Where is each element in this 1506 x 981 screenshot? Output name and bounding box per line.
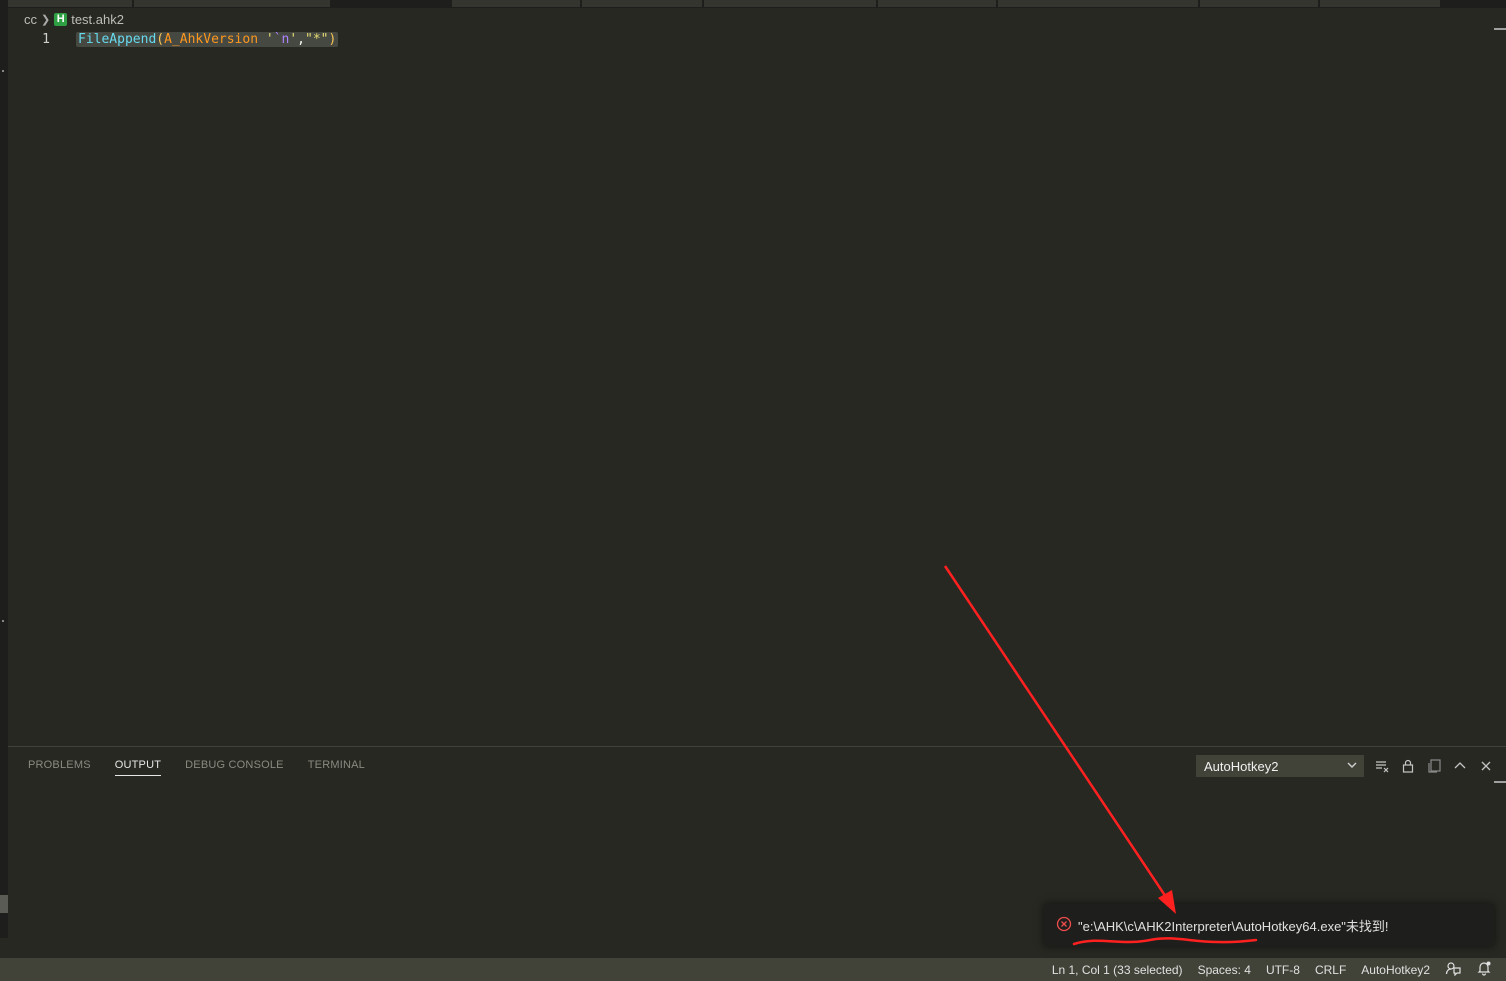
error-icon [1056,916,1072,935]
editor-tab[interactable] [582,0,703,7]
editor-tab[interactable] [134,0,331,7]
breadcrumb-folder[interactable]: cc [24,12,37,27]
selected-code[interactable]: FileAppend(A_AhkVersion '`n',"*") [76,31,339,47]
token-string: ' [289,31,298,47]
tab-terminal[interactable]: TERMINAL [308,759,365,776]
editor-tab[interactable] [998,0,1199,7]
token-paren: ( [156,31,165,47]
tab-output[interactable]: OUTPUT [114,759,162,776]
feedback-icon[interactable] [1445,960,1461,979]
token-function: FileAppend [78,31,157,47]
breadcrumb-file[interactable]: test.ahk2 [71,12,124,27]
editor-tab[interactable] [1200,0,1319,7]
notification-message: "e:\AHK\c\AHK2Interpreter\AutoHotkey64.e… [1078,918,1389,934]
status-indentation[interactable]: Spaces: 4 [1198,963,1251,977]
code-editor[interactable]: 1 FileAppend(A_AhkVersion '`n',"*") [8,28,1492,746]
gutter-mark [2,70,4,72]
clear-output-icon[interactable] [1374,758,1390,774]
token-string: "*" [305,31,329,47]
token-comma: , [297,31,305,47]
ahk-file-icon: H [54,12,68,26]
breadcrumb: cc ❯ H test.ahk2 [24,10,124,28]
editor-tab[interactable] [704,0,877,7]
editor-scrollbar[interactable] [1492,28,1506,746]
output-channel-select[interactable]: AutoHotkey2 [1196,755,1364,777]
tab-problems[interactable]: PROBLEMS [28,759,91,776]
editor-tab-strip [8,0,1506,8]
output-channel-label: AutoHotkey2 [1204,758,1279,774]
editor-tab[interactable] [452,0,581,7]
chevron-down-icon [1346,759,1358,774]
panel-sash[interactable] [0,895,8,913]
panel-tabs: PROBLEMS OUTPUT DEBUG CONSOLE TERMINAL [28,759,365,776]
chevron-right-icon: ❯ [41,13,51,26]
token-paren: ) [328,31,337,47]
editor-tab[interactable] [1320,0,1441,7]
error-notification[interactable]: "e:\AHK\c\AHK2Interpreter\AutoHotkey64.e… [1044,904,1494,946]
lock-icon[interactable] [1400,758,1416,774]
token-variable: A_AhkVersion [164,31,259,47]
notifications-icon[interactable] [1476,960,1492,979]
maximize-panel-icon[interactable] [1452,758,1468,774]
code-line[interactable]: 1 FileAppend(A_AhkVersion '`n',"*") [8,30,339,48]
copy-icon[interactable] [1426,758,1442,774]
line-number: 1 [42,31,50,47]
activity-bar-edge [0,0,8,938]
gutter-mark [2,620,4,622]
panel-actions: AutoHotkey2 [1196,755,1494,777]
token-escape: `n [273,31,290,47]
token-string: ' [265,31,274,47]
status-language[interactable]: AutoHotkey2 [1361,963,1430,977]
editor-tab[interactable] [878,0,997,7]
status-encoding[interactable]: UTF-8 [1266,963,1300,977]
editor-tab[interactable] [8,0,133,7]
status-eol[interactable]: CRLF [1315,963,1346,977]
panel-scrollbar[interactable] [1494,781,1506,783]
status-bar: Ln 1, Col 1 (33 selected) Spaces: 4 UTF-… [0,958,1506,981]
scrollbar-thumb[interactable] [1494,28,1506,30]
status-cursor-position[interactable]: Ln 1, Col 1 (33 selected) [1052,963,1183,977]
tab-debug-console[interactable]: DEBUG CONSOLE [185,759,284,776]
close-panel-icon[interactable] [1478,758,1494,774]
